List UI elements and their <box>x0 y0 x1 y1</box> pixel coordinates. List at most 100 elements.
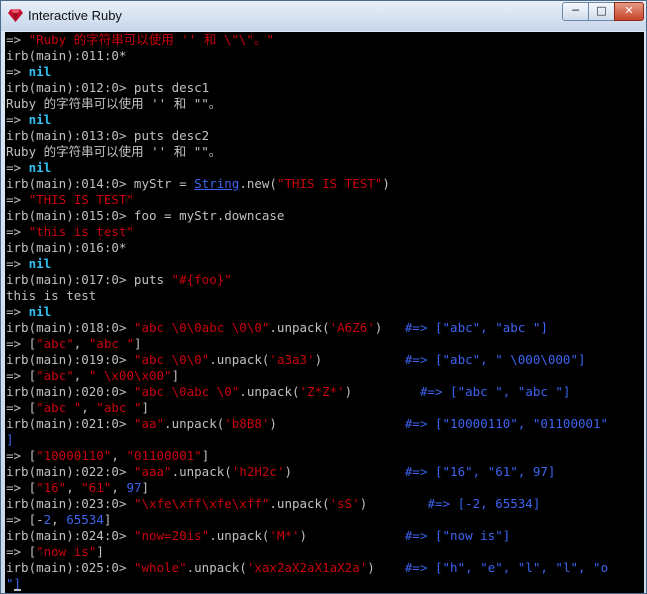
console-token-plain: irb(main):022:0> <box>6 464 134 479</box>
console-token-plain: irb(main):016:0* <box>6 240 127 255</box>
console-token-str: 'sS' <box>329 496 360 511</box>
console-line: irb(main):021:0> "aa".unpack('b8B8') #=>… <box>6 416 608 432</box>
console-line: this is test <box>6 288 96 304</box>
title-bar[interactable]: Interactive Ruby ─ □ ✕ <box>1 1 646 31</box>
console-token-cmt: #=> ["16", "61", 97] <box>404 464 556 479</box>
console-token-arrow: => [ <box>6 480 37 495</box>
console-token-cmt: #=> [-2, 65534] <box>427 496 541 511</box>
console-token-plain: , <box>51 512 67 527</box>
close-button[interactable]: ✕ <box>614 2 644 21</box>
console-token-str: "abc" <box>36 368 74 383</box>
console-token-plain: ] <box>171 368 180 383</box>
console-line: irb(main):016:0* <box>6 240 126 256</box>
console-line: irb(main):013:0> puts desc2 <box>6 128 209 144</box>
console-line: irb(main):019:0> "abc \0\0".unpack('a3a3… <box>6 352 586 368</box>
console-line: irb(main):018:0> "abc \0\0abc \0\0".unpa… <box>6 320 548 336</box>
console-token-plain: , <box>81 400 97 415</box>
console-line: Ruby 的字符串可以使用 '' 和 ""。 <box>6 144 221 160</box>
console-line: => ["now is"] <box>6 544 104 560</box>
console-line: ] <box>6 432 14 448</box>
console-token-arrow: => [ <box>6 368 37 383</box>
console-line: => ["abc", "abc "] <box>6 336 142 352</box>
console-line: irb(main):011:0* <box>6 48 126 64</box>
console-token-plain: .unpack( <box>269 320 330 335</box>
console-line: irb(main):020:0> "abc \0abc \0".unpack('… <box>6 384 570 400</box>
console-token-plain: ] <box>141 400 150 415</box>
console-token-plain: .unpack( <box>209 528 270 543</box>
text-cursor <box>14 589 21 591</box>
console-token-plain: ) <box>299 528 405 543</box>
console-line: => nil <box>6 256 51 272</box>
console-line: => nil <box>6 160 51 176</box>
console-token-nil: nil <box>28 112 52 127</box>
console-token-nil: nil <box>28 256 52 271</box>
console-token-plain: ] <box>133 336 142 351</box>
console-token-plain: irb(main):020:0> <box>6 384 134 399</box>
console-token-plain: irb(main):021:0> <box>6 416 134 431</box>
console-token-plain: ] <box>103 512 112 527</box>
console-token-cmt: ] <box>6 432 14 447</box>
console-line: => nil <box>6 64 51 80</box>
console-token-str: "THIS IS TEST" <box>28 192 134 207</box>
console-token-plain: irb(main):011:0* <box>6 48 127 63</box>
console-line: => ["abc", " \x00\x00"] <box>6 368 179 384</box>
console-token-arrow: => [- <box>6 512 44 527</box>
console-token-cls: String <box>194 176 240 191</box>
console-token-str: "now is" <box>36 544 97 559</box>
console-token-arrow: => [ <box>6 544 37 559</box>
console-token-plain: .unpack( <box>171 464 232 479</box>
console-token-plain: .unpack( <box>186 560 247 575</box>
console-token-plain: irb(main):023:0> <box>6 496 134 511</box>
console-token-plain: , <box>66 480 82 495</box>
console-token-nil: nil <box>28 160 52 175</box>
console-token-str: " \x00\x00" <box>88 368 172 383</box>
console-token-str: "abc \0abc \0" <box>133 384 240 399</box>
console-token-num: 97 <box>126 480 142 495</box>
window-title: Interactive Ruby <box>28 8 122 23</box>
console-token-plain: .unpack( <box>164 416 225 431</box>
console-token-arrow: => [ <box>6 400 37 415</box>
console-token-plain: , <box>73 336 89 351</box>
console-line: => ["abc ", "abc "] <box>6 400 149 416</box>
console-token-plain: Ruby 的字符串可以使用 '' 和 ""。 <box>6 144 222 159</box>
console-token-plain: irb(main):017:0> puts <box>6 272 172 287</box>
maximize-button[interactable]: □ <box>588 2 615 21</box>
console-token-plain: irb(main):018:0> <box>6 320 134 335</box>
console-token-arrow: => <box>6 256 29 271</box>
console-token-str: "61" <box>81 480 112 495</box>
console-output[interactable]: => "Ruby 的字符串可以使用 '' 和 \"\"。" irb(main):0… <box>5 32 644 593</box>
console-line: irb(main):025:0> "whole".unpack('xax2aX2… <box>6 560 608 576</box>
console-token-plain: .unpack( <box>239 384 300 399</box>
minimize-button[interactable]: ─ <box>562 2 589 21</box>
console-token-str: 'M*' <box>269 528 300 543</box>
console-line: => "Ruby 的字符串可以使用 '' 和 \"\"。" <box>6 32 274 48</box>
console-token-cmt: #=> ["10000110", "01100001" <box>404 416 609 431</box>
console-line: => "THIS IS TEST" <box>6 192 134 208</box>
console-token-str: "\xfe\xff\xfe\xff" <box>133 496 270 511</box>
console-token-plain: ] <box>96 544 104 559</box>
console-token-str: "abc \0\0" <box>133 352 210 367</box>
console-token-arrow: => <box>6 64 29 79</box>
console-token-cmt: #=> ["now is"] <box>404 528 511 543</box>
console-token-plain: ) <box>382 176 390 191</box>
console-token-plain: irb(main):012:0> puts desc1 <box>6 80 210 95</box>
console-token-str: "whole" <box>133 560 187 575</box>
console-line: => ["16", "61", 97] <box>6 480 149 496</box>
console-line: Ruby 的字符串可以使用 '' 和 ""。 <box>6 96 221 112</box>
console-token-cmt: #=> ["abc ", "abc "] <box>419 384 571 399</box>
console-token-str: "abc \0\0abc \0\0" <box>133 320 270 335</box>
console-token-arrow: => <box>6 112 29 127</box>
console-token-plain: .unpack( <box>269 496 330 511</box>
console-token-plain: ) <box>314 352 405 367</box>
console-line: irb(main):017:0> puts "#{foo}" <box>6 272 232 288</box>
console-line: irb(main):014:0> myStr = String.new("THI… <box>6 176 390 192</box>
console-token-arrow: => [ <box>6 336 37 351</box>
console-token-plain: , <box>111 448 127 463</box>
console-line: irb(main):015:0> foo = myStr.downcase <box>6 208 284 224</box>
console-token-plain: , <box>73 368 89 383</box>
console-line: irb(main):024:0> "now=20is".unpack('M*')… <box>6 528 510 544</box>
console-token-cmt: #=> ["abc", " \000\000"] <box>404 352 586 367</box>
console-token-plain: .unpack( <box>209 352 270 367</box>
console-token-arrow: => <box>6 224 29 239</box>
console-token-str: "abc " <box>88 336 134 351</box>
